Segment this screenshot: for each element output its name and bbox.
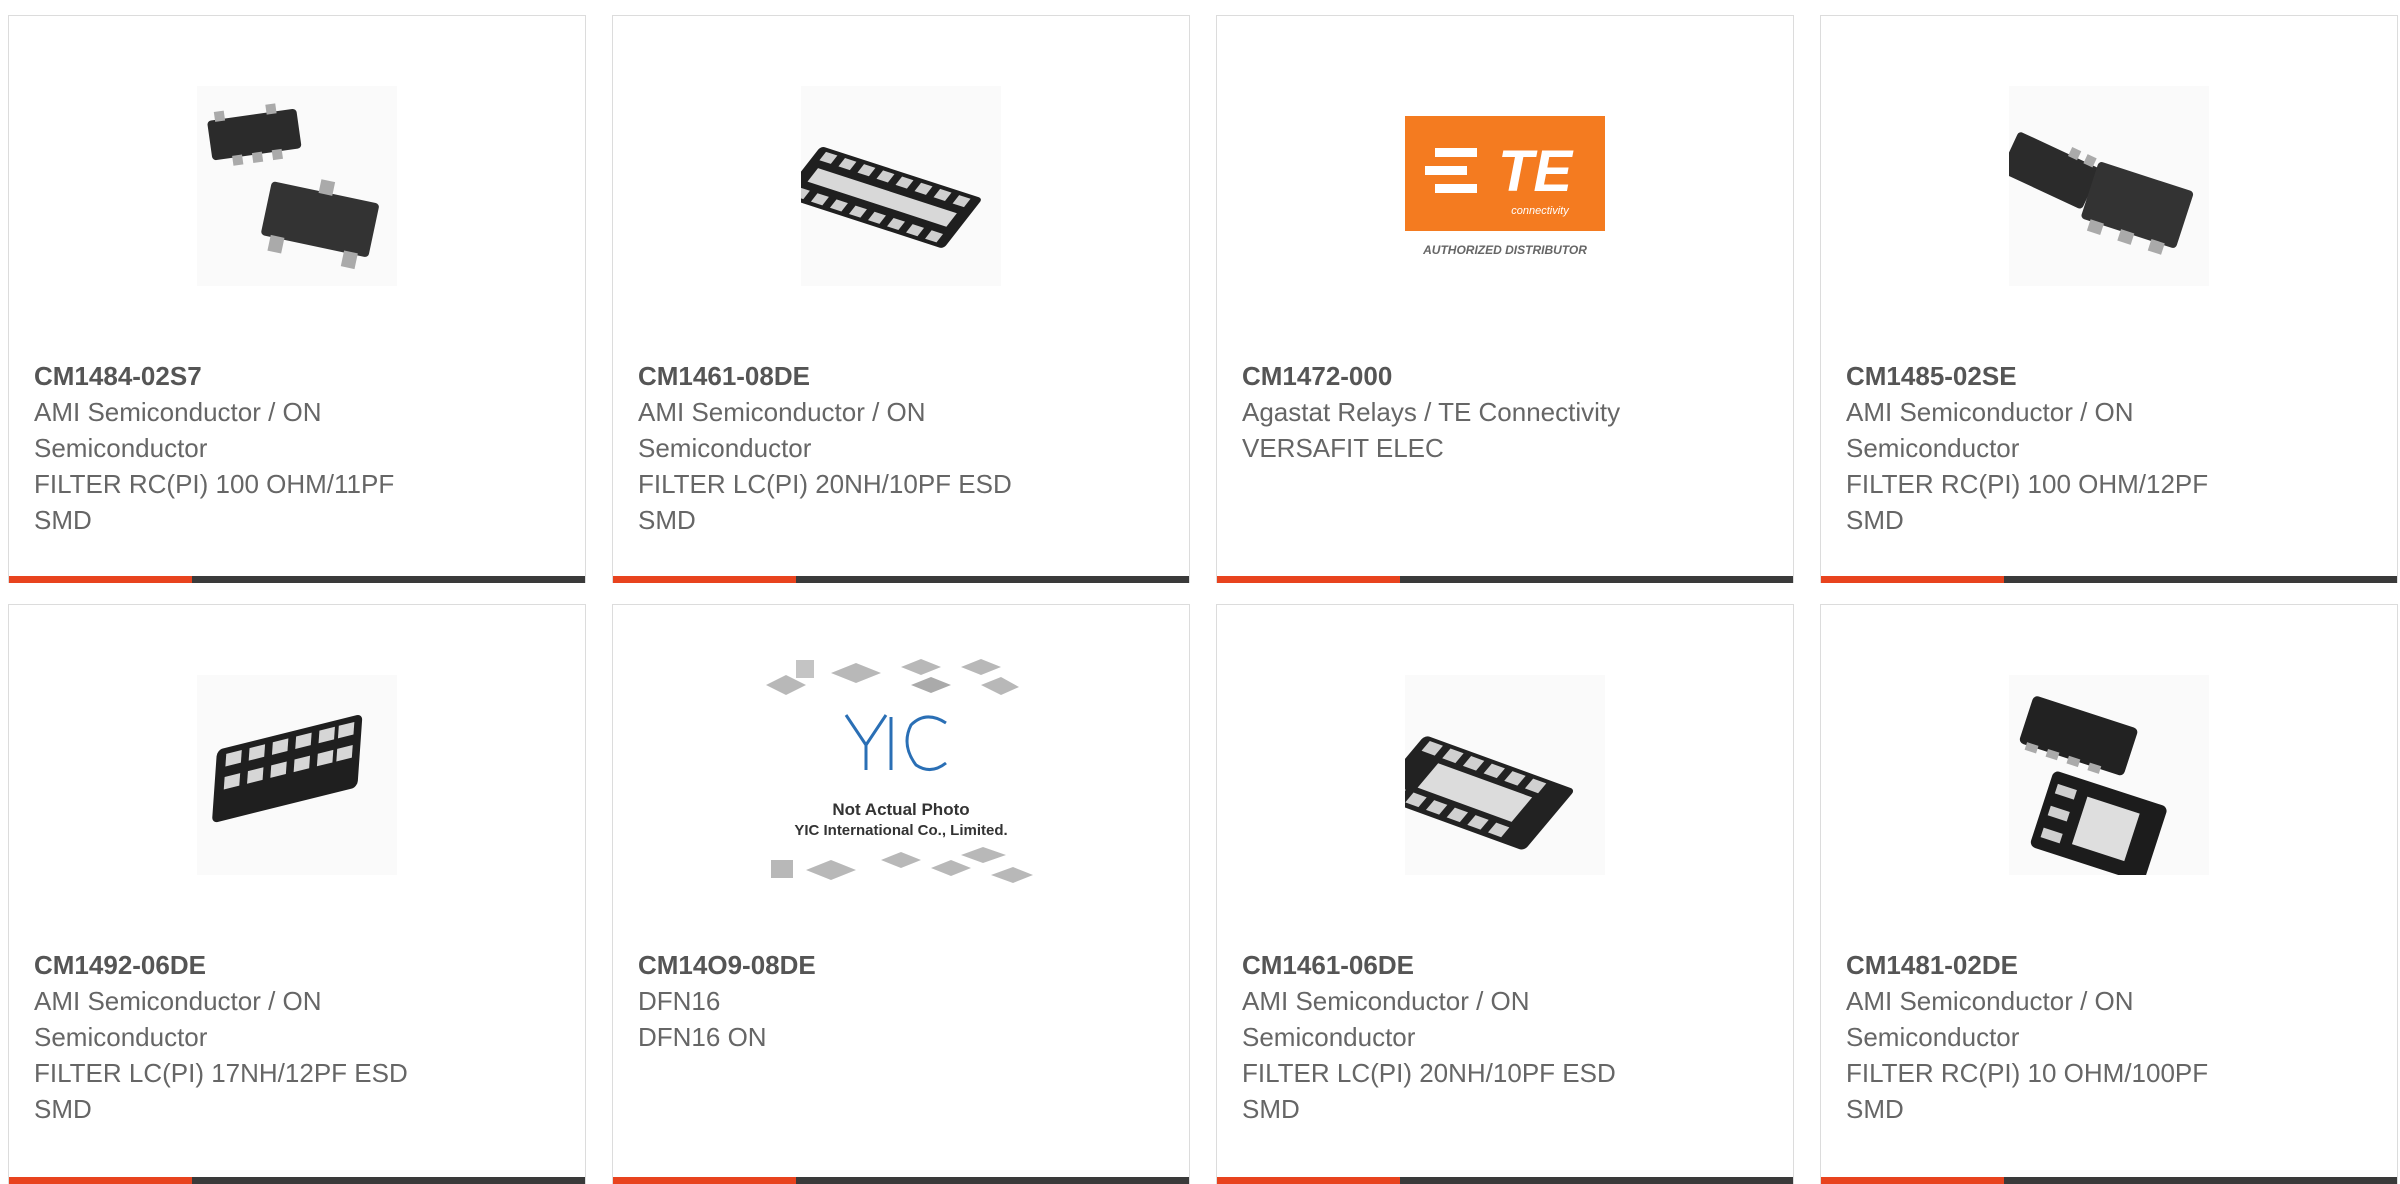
manufacturer-line-1: AMI Semiconductor / ON <box>1846 986 2134 1016</box>
description-line: FILTER RC(PI) 10 OHM/100PF <box>1846 1058 2209 1088</box>
product-card[interactable]: CM1484-02S7 AMI Semiconductor / ON Semic… <box>8 15 586 583</box>
dfn-8-package-pair-icon[interactable] <box>2009 675 2209 875</box>
te-logo[interactable]: TE connectivity AUTHORIZED DISTRIBUTOR <box>1405 86 1605 286</box>
dfn-16-package-icon[interactable] <box>801 86 1001 286</box>
part-number[interactable]: CM1472-000 <box>1242 358 1692 394</box>
card-footer-accent <box>9 576 192 583</box>
package-line: SMD <box>1846 505 1904 535</box>
dfn-12-package-icon[interactable] <box>1405 675 1605 875</box>
sot-package-pair-icon[interactable] <box>2009 86 2209 286</box>
part-number[interactable]: CM1485-02SE <box>1846 358 2296 394</box>
card-footer-bar <box>9 1177 585 1184</box>
card-footer-accent <box>613 1177 796 1184</box>
package-line: DFN16 ON <box>638 1022 767 1052</box>
part-number[interactable]: CM14O9-08DE <box>638 947 1088 983</box>
manufacturer-line-2: Semiconductor <box>34 1022 208 1052</box>
card-footer-bar <box>613 576 1189 583</box>
card-footer-bar <box>1821 576 2397 583</box>
card-footer-accent <box>9 1177 192 1184</box>
manufacturer-line-1: AMI Semiconductor / ON <box>34 397 322 427</box>
manufacturer-line-2: Semiconductor <box>638 433 812 463</box>
manufacturer-line-1: Agastat Relays / TE Connectivity <box>1242 397 1621 427</box>
description-line: VERSAFIT ELEC <box>1242 433 1444 463</box>
description-line: FILTER LC(PI) 17NH/12PF ESD <box>34 1058 408 1088</box>
part-number[interactable]: CM1481-02DE <box>1846 947 2296 983</box>
yic-placeholder-image[interactable]: Not Actual Photo YIC International Co., … <box>761 655 1041 900</box>
part-number[interactable]: CM1484-02S7 <box>34 358 484 394</box>
manufacturer-line-1: AMI Semiconductor / ON <box>1846 397 2134 427</box>
description-line: FILTER LC(PI) 20NH/10PF ESD <box>638 469 1012 499</box>
card-footer-bar <box>1217 1177 1793 1184</box>
product-card[interactable]: Not Actual Photo YIC International Co., … <box>612 604 1190 1184</box>
placeholder-line-2: YIC International Co., Limited. <box>794 822 1007 839</box>
manufacturer-line-2: Semiconductor <box>1846 433 2020 463</box>
card-footer-accent <box>1821 576 2004 583</box>
card-footer-bar <box>9 576 585 583</box>
manufacturer-line-1: AMI Semiconductor / ON <box>34 986 322 1016</box>
dfn-12-package-icon[interactable] <box>197 675 397 875</box>
manufacturer-line-2: Semiconductor <box>1242 1022 1416 1052</box>
te-logo-tag: AUTHORIZED DISTRIBUTOR <box>1422 243 1587 257</box>
product-grid: CM1484-02S7 AMI Semiconductor / ON Semic… <box>0 0 2400 1184</box>
manufacturer-line-1: AMI Semiconductor / ON <box>638 397 926 427</box>
sot-package-pair-icon[interactable] <box>197 86 397 286</box>
package-line: SMD <box>1242 1094 1300 1124</box>
package-line: SMD <box>34 505 92 535</box>
description-line: FILTER LC(PI) 20NH/10PF ESD <box>1242 1058 1616 1088</box>
card-footer-accent <box>1217 1177 1400 1184</box>
te-logo-sub: connectivity <box>1511 205 1570 217</box>
package-line: SMD <box>1846 1094 1904 1124</box>
package-line: SMD <box>34 1094 92 1124</box>
part-number[interactable]: CM1461-08DE <box>638 358 1088 394</box>
product-card[interactable]: CM1481-02DE AMI Semiconductor / ON Semic… <box>1820 604 2398 1184</box>
placeholder-line-1: Not Actual Photo <box>832 800 969 819</box>
package-line: SMD <box>638 505 696 535</box>
product-card[interactable]: TE connectivity AUTHORIZED DISTRIBUTOR C… <box>1216 15 1794 583</box>
product-card[interactable]: CM1461-08DE AMI Semiconductor / ON Semic… <box>612 15 1190 583</box>
manufacturer-line-1: AMI Semiconductor / ON <box>1242 986 1530 1016</box>
description-line: DFN16 <box>638 986 721 1016</box>
description-line: FILTER RC(PI) 100 OHM/11PF <box>34 469 395 499</box>
card-footer-bar <box>1821 1177 2397 1184</box>
card-footer-bar <box>1217 576 1793 583</box>
manufacturer-line-2: Semiconductor <box>1846 1022 2020 1052</box>
card-footer-accent <box>1217 576 1400 583</box>
part-number[interactable]: CM1492-06DE <box>34 947 484 983</box>
product-card[interactable]: CM1461-06DE AMI Semiconductor / ON Semic… <box>1216 604 1794 1184</box>
product-card[interactable]: CM1492-06DE AMI Semiconductor / ON Semic… <box>8 604 586 1184</box>
description-line: FILTER RC(PI) 100 OHM/12PF <box>1846 469 2209 499</box>
card-footer-accent <box>613 576 796 583</box>
product-card[interactable]: CM1485-02SE AMI Semiconductor / ON Semic… <box>1820 15 2398 583</box>
card-footer-accent <box>1821 1177 2004 1184</box>
card-footer-bar <box>613 1177 1189 1184</box>
te-logo-brand: TE <box>1498 139 1574 204</box>
manufacturer-line-2: Semiconductor <box>34 433 208 463</box>
part-number[interactable]: CM1461-06DE <box>1242 947 1692 983</box>
